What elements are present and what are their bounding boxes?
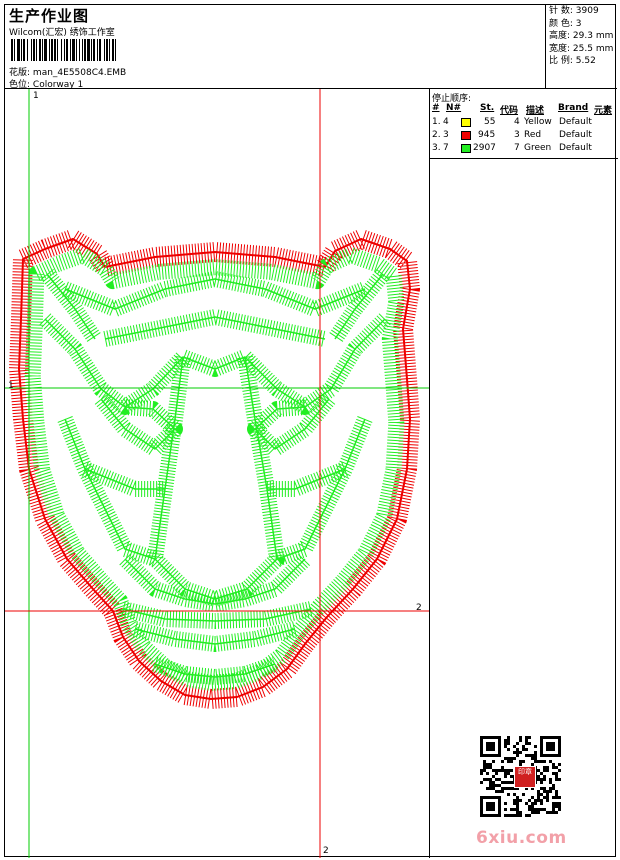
col-code: 代码 <box>500 106 519 116</box>
design-preview: 1 1 2 2 <box>5 89 429 858</box>
stop-sequence-table: 停止顺序: # N# St. 代码 描述 Brand 元素 1. 4 55 4 … <box>430 89 618 159</box>
stat-stitches: 针 数: 3909 <box>549 6 599 16</box>
embroidery-design <box>5 89 429 858</box>
col-brand: Brand <box>558 103 589 113</box>
production-sheet: 生产作业图 Wilcom(汇宏) 绣饰工作室 花版: man_4E5508C4.… <box>4 4 618 858</box>
color-swatch <box>461 144 471 153</box>
seal-stamp: 印章 <box>514 766 536 788</box>
col-needle: N# <box>446 103 462 113</box>
guide-h2-label: 2 <box>416 603 422 613</box>
company-name: Wilcom(汇宏) 绣饰工作室 <box>9 28 115 38</box>
color-swatch <box>461 118 471 127</box>
sheet-title: 生产作业图 <box>9 7 90 25</box>
col-stitches: St. <box>480 103 495 113</box>
stat-width: 宽度: 25.5 mm <box>549 43 614 54</box>
color-swatch <box>461 131 471 140</box>
guide-h1-label: 1 <box>8 381 14 391</box>
color-row: 1. 4 55 4 Yellow Default <box>432 117 592 127</box>
header-info: 生产作业图 Wilcom(汇宏) 绣饰工作室 花版: man_4E5508C4.… <box>5 5 546 90</box>
col-element: 元素 <box>594 106 613 116</box>
color-row: 2. 3 945 3 Red Default <box>432 130 592 140</box>
barcode <box>11 39 189 61</box>
stat-height: 高度: 29.3 mm <box>549 31 614 42</box>
stats-box: 针 数: 3909 颜 色: 3 高度: 29.3 mm 宽度: 25.5 mm… <box>547 5 617 89</box>
color-row: 3. 7 2907 7 Green Default <box>432 143 592 153</box>
qr-code: 印章 <box>476 736 566 818</box>
guide-v1-label: 1 <box>33 91 39 101</box>
col-description: 描述 <box>526 106 545 116</box>
guide-v2-label: 2 <box>323 846 329 856</box>
sheet-header: 生产作业图 Wilcom(汇宏) 绣饰工作室 花版: man_4E5508C4.… <box>5 5 617 90</box>
stat-colors: 颜 色: 3 <box>549 18 582 29</box>
col-index: # <box>432 103 440 113</box>
watermark: 6xiu.com <box>476 828 567 848</box>
stat-scale: 比 例: 5.52 <box>549 56 596 67</box>
